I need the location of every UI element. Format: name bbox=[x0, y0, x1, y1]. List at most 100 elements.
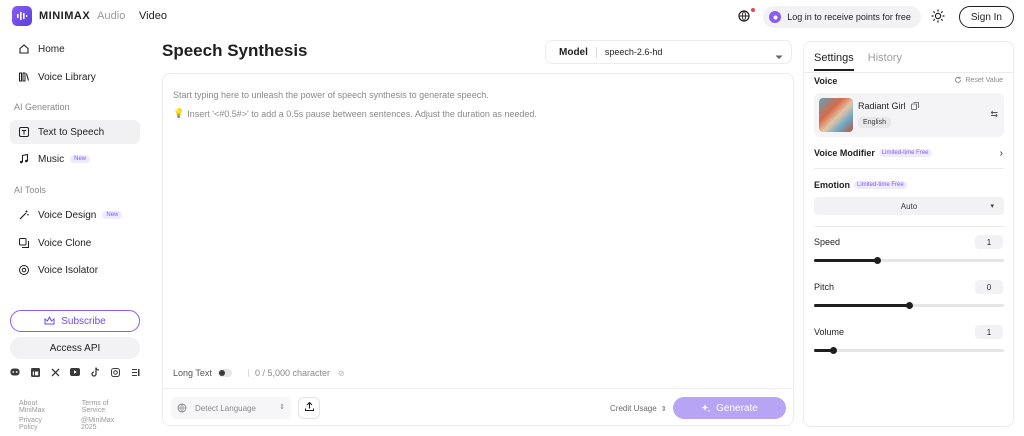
sidebar-item-home[interactable]: Home bbox=[10, 37, 140, 61]
new-badge: New bbox=[102, 211, 123, 219]
wand-icon bbox=[18, 209, 30, 221]
detect-language-select[interactable]: Detect Language ⇕ bbox=[171, 397, 291, 419]
volume-label: Volume bbox=[814, 327, 845, 337]
speed-value[interactable]: 1 bbox=[975, 235, 1003, 249]
lightbulb-icon: 💡 bbox=[173, 108, 185, 118]
access-api-button[interactable]: Access API bbox=[10, 337, 140, 359]
linkedin-icon[interactable] bbox=[30, 367, 40, 377]
voice-card[interactable]: Radiant Girl English ⇆ bbox=[814, 93, 1004, 137]
theme-sun-icon[interactable] bbox=[931, 9, 947, 25]
volume-value[interactable]: 1 bbox=[975, 325, 1003, 339]
top-bar: MINIMAX Audio Video Log in to receive po… bbox=[0, 0, 1024, 34]
sidebar-item-text-to-speech[interactable]: Text to Speech bbox=[10, 120, 140, 144]
limited-badge: Limited-time Free bbox=[878, 149, 932, 157]
speed-slider[interactable] bbox=[814, 257, 1004, 264]
credit-usage-label: Credit Usage bbox=[610, 404, 657, 413]
copyright-text: @MiniMax 2025 bbox=[81, 417, 115, 431]
chevron-right-icon[interactable]: › bbox=[1000, 148, 1003, 159]
tiktok-icon[interactable] bbox=[90, 367, 100, 377]
pitch-slider[interactable] bbox=[814, 302, 1004, 309]
sidebar-item-label: Voice Library bbox=[38, 71, 96, 83]
youtube-icon[interactable] bbox=[70, 367, 80, 377]
model-value: speech-2.6-hd bbox=[604, 47, 663, 57]
emotion-select[interactable]: Auto ▾ bbox=[814, 197, 1004, 215]
sidebar-item-music[interactable]: Music New bbox=[10, 147, 140, 171]
text-speech-icon bbox=[18, 126, 30, 138]
text-editor[interactable]: Start typing here to unleash the power o… bbox=[162, 73, 794, 426]
reset-icon bbox=[954, 76, 962, 84]
model-label: Model bbox=[559, 46, 588, 58]
volume-slider[interactable] bbox=[814, 347, 1004, 354]
instagram-icon[interactable] bbox=[110, 367, 120, 377]
detect-language-label: Detect Language bbox=[195, 403, 256, 413]
terms-link[interactable]: Terms of Service bbox=[82, 400, 131, 414]
editor-tip: 💡 Insert '<#0.5#>' to add a 0.5s pause b… bbox=[173, 108, 537, 119]
subscribe-label: Subscribe bbox=[61, 315, 106, 327]
slider-thumb[interactable] bbox=[830, 347, 837, 354]
swap-icon[interactable]: ⇆ bbox=[990, 109, 998, 120]
upload-button[interactable] bbox=[298, 397, 320, 419]
chevron-down-icon: ▾ bbox=[990, 203, 994, 210]
brand-sub: Audio bbox=[97, 10, 126, 22]
voice-avatar bbox=[819, 98, 853, 132]
slider-thumb[interactable] bbox=[873, 257, 881, 264]
sidebar-item-voice-library[interactable]: Voice Library bbox=[10, 65, 140, 89]
long-text-toggle[interactable] bbox=[217, 369, 232, 377]
globe-icon[interactable] bbox=[737, 8, 756, 25]
clone-icon bbox=[18, 237, 30, 249]
sidebar-item-label: Music bbox=[38, 153, 65, 165]
char-count-text: 0 / 5,000 character bbox=[255, 368, 331, 378]
credit-usage-select[interactable]: Credit Usage ⇕ bbox=[610, 404, 667, 413]
logo[interactable]: MINIMAX Audio bbox=[12, 6, 125, 26]
news-icon[interactable] bbox=[130, 367, 140, 377]
generate-button[interactable]: Generate bbox=[673, 397, 786, 419]
music-note-icon bbox=[18, 153, 30, 165]
settings-panel: Settings History Voice Reset Value Radia… bbox=[803, 41, 1014, 427]
reset-value-button[interactable]: Reset Value bbox=[954, 76, 1003, 84]
slider-thumb[interactable] bbox=[906, 302, 913, 309]
tab-settings[interactable]: Settings bbox=[814, 52, 854, 71]
sidebar-item-voice-design[interactable]: Voice Design New bbox=[10, 203, 140, 227]
copy-icon[interactable] bbox=[910, 102, 919, 110]
footer-links-row-2: Privacy Policy @MiniMax 2025 bbox=[19, 417, 150, 431]
privacy-link[interactable]: Privacy Policy bbox=[19, 417, 62, 431]
tab-history[interactable]: History bbox=[868, 52, 902, 71]
subscribe-button[interactable]: Subscribe bbox=[10, 310, 140, 332]
voice-name: Radiant Girl bbox=[858, 101, 906, 111]
model-divider bbox=[595, 46, 597, 58]
sidebar-item-voice-isolator[interactable]: Voice Isolator bbox=[10, 258, 140, 282]
generate-label: Generate bbox=[716, 402, 758, 414]
discord-icon[interactable] bbox=[10, 367, 20, 377]
tabs-divider bbox=[804, 72, 1013, 73]
voice-modifier-row[interactable]: Voice Modifier Limited-time Free bbox=[814, 148, 932, 158]
globe-small-icon bbox=[177, 403, 187, 413]
about-link[interactable]: About MiniMax bbox=[19, 400, 63, 414]
home-icon bbox=[18, 43, 30, 55]
x-icon[interactable] bbox=[50, 367, 60, 377]
reset-label: Reset Value bbox=[965, 76, 1003, 84]
login-points-button[interactable]: Log in to receive points for free bbox=[763, 6, 921, 28]
sparkle-icon bbox=[701, 403, 711, 413]
isolator-icon bbox=[18, 264, 30, 276]
sidebar: Home Voice Library AI Generation Text to… bbox=[0, 34, 150, 436]
count-divider bbox=[248, 369, 249, 377]
pitch-value[interactable]: 0 bbox=[975, 280, 1003, 294]
page-title: Speech Synthesis bbox=[162, 41, 308, 60]
sidebar-item-label: Voice Clone bbox=[38, 237, 92, 249]
footer-links-row-1: About MiniMax Terms of Service bbox=[19, 400, 150, 414]
editor-tip-text: Insert '<#0.5#>' to add a 0.5s pause bet… bbox=[187, 108, 537, 119]
char-count: 0 / 5,000 character ⊘ bbox=[248, 368, 345, 378]
long-text-label: Long Text bbox=[173, 368, 212, 378]
sidebar-item-voice-clone[interactable]: Voice Clone bbox=[10, 231, 140, 255]
notification-dot bbox=[751, 8, 756, 12]
sidebar-item-label: Home bbox=[38, 43, 65, 55]
login-points-label: Log in to receive points for free bbox=[787, 12, 911, 22]
clear-icon[interactable]: ⊘ bbox=[338, 369, 345, 378]
new-badge: New bbox=[70, 155, 91, 163]
sign-in-button[interactable]: Sign In bbox=[958, 6, 1014, 28]
nav-video-link[interactable]: Video bbox=[139, 10, 167, 22]
model-select[interactable]: Model speech-2.6-hd bbox=[545, 40, 792, 64]
sort-caret-icon: ⇕ bbox=[660, 405, 667, 413]
panel-divider bbox=[814, 226, 1004, 227]
section-ai-generation: AI Generation bbox=[14, 102, 70, 112]
